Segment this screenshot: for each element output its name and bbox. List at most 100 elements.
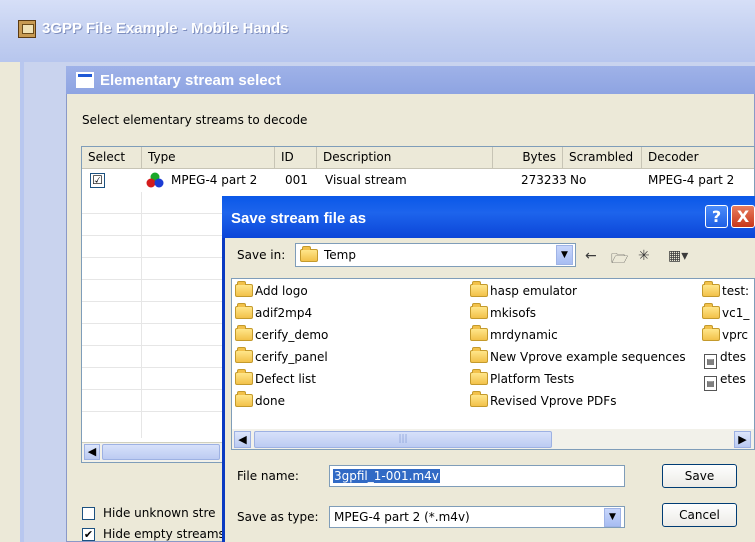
folder-icon bbox=[702, 303, 720, 319]
save-in-label: Save in: bbox=[237, 248, 286, 262]
row-scrambled: No bbox=[570, 173, 587, 187]
row-bytes: 273233 bbox=[521, 173, 567, 187]
folder-item[interactable]: done bbox=[235, 391, 285, 408]
app-icon bbox=[18, 20, 36, 38]
folder-item-label: adif2mp4 bbox=[255, 306, 313, 320]
document-icon: ▤ bbox=[704, 354, 717, 369]
file-item[interactable]: ▤ dtes bbox=[704, 350, 746, 369]
stream-select-prompt: Select elementary streams to decode bbox=[82, 113, 308, 127]
save-in-value: Temp bbox=[324, 248, 356, 262]
column-header-decoder[interactable]: Decoder bbox=[642, 147, 754, 169]
folder-icon bbox=[235, 303, 253, 319]
folder-icon bbox=[235, 281, 253, 297]
hide-unknown-checkbox[interactable] bbox=[82, 507, 95, 520]
hide-empty-checkbox[interactable]: ✔ bbox=[82, 528, 95, 541]
table-scroll-thumb[interactable] bbox=[102, 444, 220, 460]
save-as-type-label: Save as type: bbox=[237, 510, 319, 524]
hide-empty-label: Hide empty streams bbox=[103, 527, 225, 541]
folder-item-label: test: bbox=[722, 284, 750, 298]
folder-item-label: done bbox=[255, 394, 285, 408]
close-button[interactable]: X bbox=[731, 205, 755, 228]
folder-icon bbox=[470, 369, 488, 385]
grid-line bbox=[82, 323, 222, 324]
file-list bbox=[231, 278, 755, 450]
folder-item[interactable]: Add logo bbox=[235, 281, 308, 298]
folder-icon bbox=[702, 325, 720, 341]
folder-icon bbox=[235, 325, 253, 341]
file-item[interactable]: ▤ etes bbox=[704, 372, 746, 391]
help-button[interactable]: ? bbox=[705, 205, 728, 228]
folder-icon bbox=[470, 281, 488, 297]
folder-icon bbox=[470, 391, 488, 407]
row-type: MPEG-4 part 2 bbox=[171, 173, 258, 187]
folder-item[interactable]: vprc bbox=[702, 325, 748, 342]
cancel-button[interactable]: Cancel bbox=[662, 503, 737, 527]
row-description: Visual stream bbox=[325, 173, 407, 187]
folder-icon bbox=[235, 391, 253, 407]
grid-line bbox=[82, 301, 222, 302]
document-icon: ▤ bbox=[704, 376, 717, 391]
folder-item[interactable]: adif2mp4 bbox=[235, 303, 313, 320]
stream-select-title: Elementary stream select bbox=[100, 72, 281, 89]
folder-icon bbox=[470, 347, 488, 363]
folder-item[interactable]: Revised Vprove PDFs bbox=[470, 391, 617, 408]
mpeg-stream-icon bbox=[146, 172, 164, 188]
scroll-left-icon[interactable]: ◀ bbox=[234, 431, 251, 448]
file-item-label: etes bbox=[720, 372, 746, 386]
row-id: 001 bbox=[285, 173, 308, 187]
view-menu-icon[interactable]: ▦▾ bbox=[668, 248, 688, 264]
row-decoder: MPEG-4 part 2 bbox=[648, 173, 735, 187]
grid-line bbox=[82, 235, 222, 236]
folder-item[interactable]: mkisofs bbox=[470, 303, 537, 320]
folder-item[interactable]: vc1_ bbox=[702, 303, 749, 320]
column-header-type[interactable]: Type bbox=[142, 147, 275, 169]
up-folder-icon[interactable]: 🗁 bbox=[611, 248, 628, 272]
folder-item[interactable]: New Vprove example sequences bbox=[470, 347, 686, 364]
folder-item-label: mrdynamic bbox=[490, 328, 558, 342]
new-folder-icon[interactable]: ✳ bbox=[638, 248, 650, 264]
folder-icon bbox=[470, 325, 488, 341]
save-dialog-title: Save stream file as bbox=[231, 210, 367, 227]
save-button[interactable]: Save bbox=[662, 464, 737, 488]
column-header-bytes[interactable]: Bytes bbox=[493, 147, 563, 169]
column-header-scrambled[interactable]: Scrambled bbox=[563, 147, 642, 169]
dropdown-arrow-icon[interactable]: ▼ bbox=[604, 508, 621, 527]
grid-line bbox=[82, 389, 222, 390]
folder-icon bbox=[300, 246, 318, 262]
dropdown-arrow-icon[interactable]: ▼ bbox=[556, 245, 573, 265]
grid-line bbox=[82, 279, 222, 280]
folder-item[interactable]: cerify_panel bbox=[235, 347, 328, 364]
folder-item[interactable]: mrdynamic bbox=[470, 325, 558, 342]
folder-item-label: Add logo bbox=[255, 284, 308, 298]
grid-line bbox=[82, 367, 222, 368]
column-header-id[interactable]: ID bbox=[275, 147, 317, 169]
folder-item[interactable]: Platform Tests bbox=[470, 369, 574, 386]
folder-item[interactable]: Defect list bbox=[235, 369, 316, 386]
row-select-checkbox[interactable]: ☑ bbox=[90, 173, 105, 188]
folder-icon bbox=[702, 281, 720, 297]
column-header-description[interactable]: Description bbox=[317, 147, 493, 169]
grid-line bbox=[82, 257, 222, 258]
folder-item[interactable]: cerify_demo bbox=[235, 325, 329, 342]
folder-item-label: cerify_demo bbox=[255, 328, 329, 342]
main-window-title: 3GPP File Example - Mobile Hands bbox=[42, 20, 289, 37]
folder-item-label: hasp emulator bbox=[490, 284, 577, 298]
grid-line bbox=[82, 345, 222, 346]
save-as-type-value: MPEG-4 part 2 (*.m4v) bbox=[334, 510, 470, 524]
folder-item[interactable]: hasp emulator bbox=[470, 281, 577, 298]
folder-item[interactable]: test: bbox=[702, 281, 750, 298]
folder-item-label: vprc bbox=[722, 328, 748, 342]
folder-item-label: Revised Vprove PDFs bbox=[490, 394, 617, 408]
hide-unknown-label: Hide unknown stre bbox=[103, 506, 216, 520]
file-list-scroll-thumb[interactable]: ||| bbox=[254, 431, 552, 448]
folder-item-label: mkisofs bbox=[490, 306, 537, 320]
file-item-label: dtes bbox=[720, 350, 746, 364]
back-arrow-icon[interactable]: ← bbox=[585, 248, 597, 264]
folder-item-label: Defect list bbox=[255, 372, 316, 386]
grid-line bbox=[82, 213, 222, 214]
file-name-input[interactable]: 3gpfil_1-001.m4v bbox=[329, 465, 625, 487]
scroll-right-icon[interactable]: ▶ bbox=[734, 431, 751, 448]
column-header-select[interactable]: Select bbox=[82, 147, 142, 169]
grid-line bbox=[141, 192, 142, 438]
scroll-left-icon[interactable]: ◀ bbox=[84, 444, 100, 460]
